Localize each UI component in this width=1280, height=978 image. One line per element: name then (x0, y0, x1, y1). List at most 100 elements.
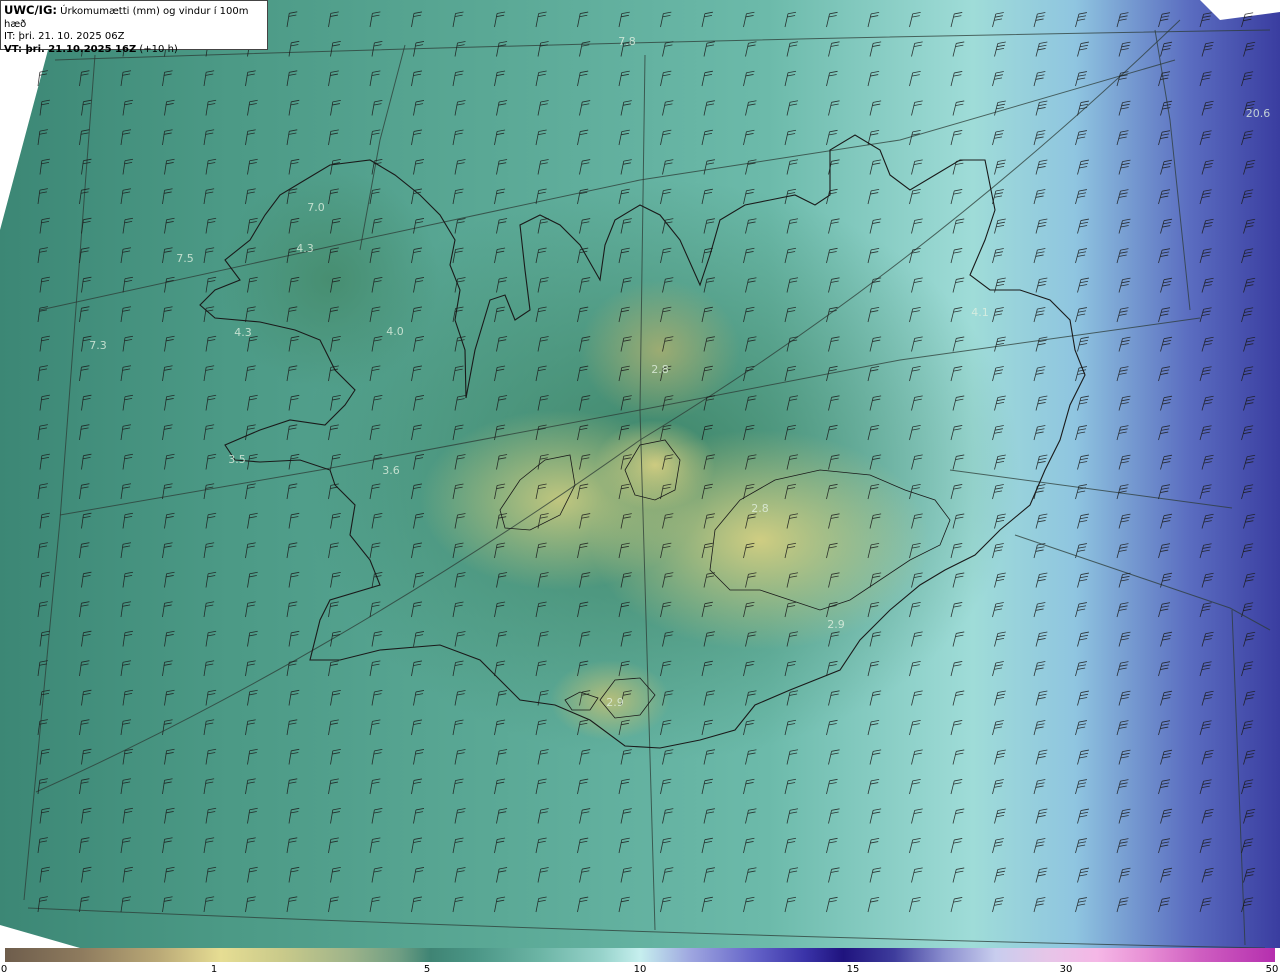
wind-barb (120, 306, 132, 323)
color-scale-tick: 30 (1059, 964, 1073, 975)
wind-barb (494, 896, 506, 913)
wind-barb (1160, 159, 1173, 175)
wind-barb (162, 306, 173, 323)
wind-barb (288, 394, 300, 411)
wind-barb (662, 572, 674, 588)
wind-barb (37, 778, 48, 795)
model-name: UWC/IG: (4, 3, 57, 17)
precip-label: 2.9 (827, 618, 845, 631)
wind-barb (330, 276, 341, 293)
wind-barb (247, 276, 258, 293)
wind-barb (81, 748, 92, 765)
wind-barb (1116, 12, 1129, 28)
wind-barb (122, 335, 134, 352)
wind-barb (120, 542, 132, 559)
wind-barb (37, 896, 48, 913)
wind-barb (1077, 572, 1089, 588)
wind-barb (579, 867, 591, 883)
wind-barb (828, 336, 840, 352)
wind-barb (369, 542, 381, 559)
wind-barb (828, 749, 840, 765)
wind-barb (1241, 484, 1254, 500)
wind-barb (452, 424, 464, 441)
wind-barb (81, 512, 92, 529)
wind-barbs (37, 11, 1256, 913)
wind-barb (577, 660, 589, 677)
wind-barb (1035, 690, 1048, 706)
wind-barb (328, 483, 339, 500)
wind-barb (122, 689, 134, 706)
wind-barb (826, 188, 838, 205)
wind-barb (1201, 218, 1214, 234)
wind-barb (620, 572, 632, 588)
wind-barb (826, 129, 838, 146)
wind-barb (413, 218, 425, 234)
wind-barb (369, 306, 381, 323)
wind-barb (826, 542, 838, 559)
wind-barb (39, 748, 50, 765)
wind-barb (1201, 336, 1214, 352)
wind-barb (660, 188, 672, 205)
wind-barb (122, 866, 134, 883)
wind-barb (330, 394, 341, 411)
wind-barb (992, 543, 1004, 559)
wind-barb (496, 454, 508, 470)
wind-barb (330, 335, 341, 352)
wind-barb (411, 778, 423, 795)
wind-barb (537, 336, 549, 352)
wind-barb (1199, 425, 1212, 441)
wind-barb (1118, 690, 1131, 706)
wind-barb (867, 719, 880, 736)
color-scale-tick: 50 (1265, 964, 1279, 975)
wind-barb (452, 837, 464, 854)
info-box: UWC/IG: Úrkomumætti (mm) og vindur í 100… (0, 0, 268, 55)
wind-barb (164, 217, 175, 234)
wind-barb (618, 306, 630, 323)
wind-barb (1035, 41, 1048, 57)
wind-barb (494, 483, 506, 500)
wind-barb (703, 336, 715, 352)
wind-barb (784, 719, 797, 736)
wind-barb (1158, 189, 1171, 205)
wind-barb (371, 217, 383, 234)
wind-barb (411, 306, 423, 323)
wind-barb (164, 512, 175, 529)
wind-barb (288, 512, 300, 529)
wind-barb (826, 11, 838, 28)
wind-barb (1033, 248, 1046, 264)
wind-barb (411, 129, 423, 146)
wind-barb (496, 572, 508, 588)
wind-barb (411, 70, 423, 87)
wind-barb (535, 778, 547, 795)
wind-barb (1116, 307, 1129, 323)
wind-barb (37, 483, 48, 500)
wind-barb (164, 394, 175, 411)
wind-barb (454, 159, 466, 175)
wind-barb (743, 778, 755, 795)
wind-barb (454, 749, 466, 765)
wind-barb (1035, 159, 1048, 175)
wind-barb (203, 896, 215, 913)
wind-barb (1201, 749, 1214, 765)
wind-barb (494, 365, 506, 382)
wind-barb (784, 129, 797, 146)
wind-barb (1199, 543, 1212, 559)
wind-barb (1243, 572, 1256, 588)
wind-barb (1116, 897, 1129, 913)
wind-barb (1075, 189, 1087, 205)
wind-barb (81, 394, 92, 411)
wind-barb (122, 748, 134, 765)
wind-barb (1199, 189, 1212, 205)
wind-barb (535, 719, 547, 736)
wind-barb (454, 867, 466, 883)
wind-barb (701, 542, 713, 559)
wind-barb (162, 365, 173, 382)
wind-barb (743, 188, 755, 205)
wind-barb (662, 395, 674, 411)
wind-barb (1035, 454, 1048, 470)
wind-barb (1201, 277, 1214, 293)
wind-barb (494, 719, 506, 736)
wind-barb (1243, 513, 1256, 529)
wind-barb (1199, 779, 1212, 795)
wind-barb (286, 837, 298, 854)
